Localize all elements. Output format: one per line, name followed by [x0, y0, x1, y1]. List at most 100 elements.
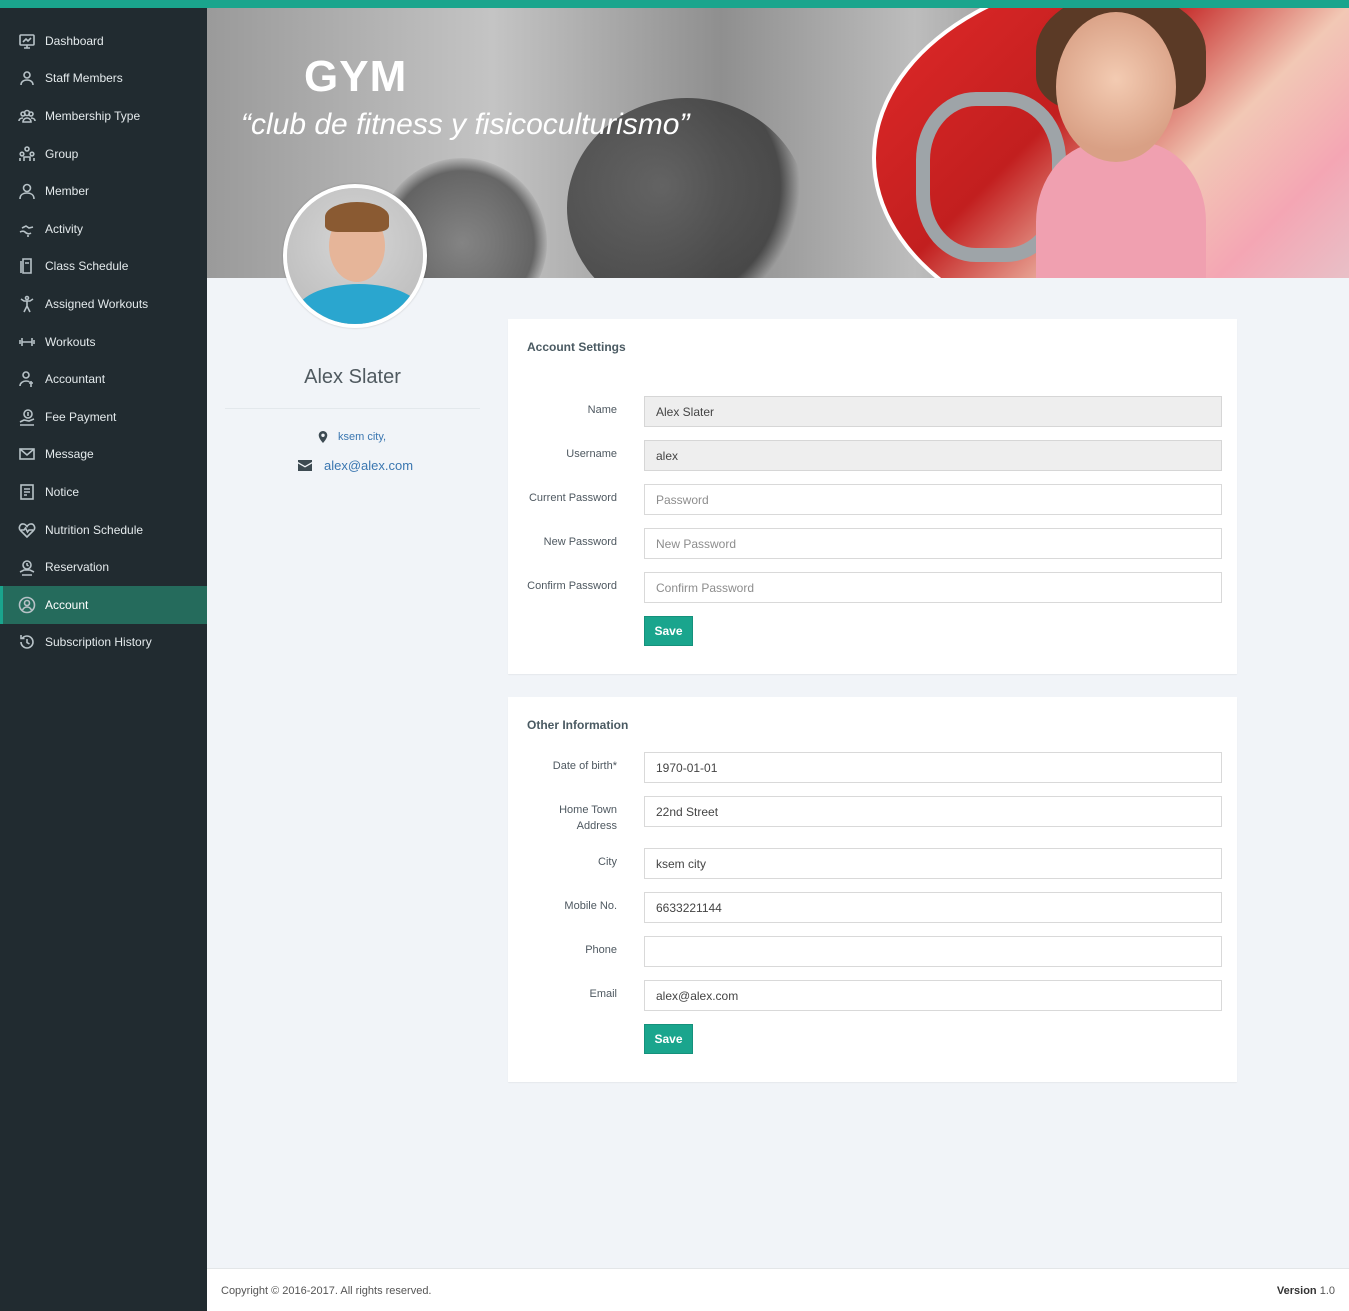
profile-city: ksem city,	[318, 431, 386, 443]
sidebar-item-label: Account	[45, 597, 89, 612]
sidebar-item-message[interactable]: Message	[0, 436, 207, 474]
staff-icon	[17, 68, 37, 88]
sidebar-item-fee-payment[interactable]: Fee Payment	[0, 398, 207, 436]
sidebar-item-reservation[interactable]: Reservation	[0, 548, 207, 586]
username-field[interactable]	[644, 440, 1222, 471]
phone-label: Phone	[585, 944, 617, 956]
person-torso-shape	[1036, 142, 1206, 278]
sidebar-item-label: Reservation	[45, 560, 110, 575]
email-field[interactable]	[644, 980, 1222, 1011]
sidebar-item-account[interactable]: Account	[0, 585, 207, 624]
profile-email: alex@alex.com	[298, 458, 413, 473]
sidebar-item-dashboard[interactable]: Dashboard	[0, 22, 207, 60]
version-text: Version 1.0	[1277, 1285, 1335, 1297]
dob-field[interactable]	[644, 752, 1222, 783]
sidebar-item-label: Assigned Workouts	[45, 296, 149, 311]
map-marker-icon	[318, 431, 328, 443]
sidebar-item-staff-members[interactable]: Staff Members	[0, 60, 207, 98]
username-label: Username	[566, 448, 617, 460]
mobile-label: Mobile No.	[564, 900, 617, 912]
membership-icon	[17, 106, 37, 126]
sidebar-item-label: Subscription History	[45, 635, 152, 650]
mobile-row: Mobile No.	[508, 892, 1237, 923]
account-settings-panel: Account Settings Name Username Current P…	[508, 319, 1237, 674]
heartbeat-icon	[17, 520, 37, 540]
version-label: Version	[1276, 1285, 1317, 1297]
mobile-field[interactable]	[644, 892, 1222, 923]
account-save-button[interactable]: Save	[644, 616, 693, 646]
profile-email-link[interactable]: alex@alex.com	[324, 458, 413, 473]
sidebar-item-notice[interactable]: Notice	[0, 473, 207, 511]
sidebar-item-membership-type[interactable]: Membership Type	[0, 97, 207, 135]
name-label: Name	[587, 404, 617, 416]
sidebar-item-activity[interactable]: Activity	[0, 210, 207, 248]
sidebar-item-class-schedule[interactable]: Class Schedule	[0, 248, 207, 286]
new-password-row: New Password	[508, 528, 1237, 559]
new-password-field[interactable]	[644, 528, 1222, 559]
profile-name: Alex Slater	[304, 366, 401, 388]
city-label: City	[598, 856, 617, 868]
notice-icon	[17, 482, 37, 502]
sidebar-item-label: Member	[45, 184, 90, 199]
version-number: 1.0	[1319, 1285, 1335, 1297]
sidebar: Dashboard Staff Members Membership Type Gro…	[0, 8, 207, 1311]
group-icon	[17, 144, 37, 164]
sidebar-item-label: Staff Members	[45, 71, 123, 86]
sidebar-item-workouts[interactable]: Workouts	[0, 323, 207, 361]
banner-subtitle: “club de fitness y fisicoculturismo”	[241, 108, 690, 141]
name-row: Name	[508, 396, 1237, 427]
address-row: Home Town Address	[508, 796, 1237, 832]
address-field[interactable]	[644, 796, 1222, 827]
confirm-password-field[interactable]	[644, 572, 1222, 603]
city-field[interactable]	[644, 848, 1222, 879]
confirm-password-row: Confirm Password	[508, 572, 1237, 603]
dob-row: Date of birth*	[508, 752, 1237, 783]
current-password-label: Current Password	[528, 492, 617, 504]
sidebar-item-member[interactable]: Member	[0, 172, 207, 210]
person-face-shape	[1056, 12, 1176, 162]
current-password-row: Current Password	[508, 484, 1237, 515]
sidebar-item-label: Workouts	[45, 334, 96, 349]
sidebar-item-nutrition-schedule[interactable]: Nutrition Schedule	[0, 511, 207, 549]
top-accent-bar	[0, 0, 1349, 8]
banner-title: GYM	[304, 52, 408, 101]
dob-label: Date of birth*	[552, 760, 617, 772]
sidebar-item-assigned-workouts[interactable]: Assigned Workouts	[0, 285, 207, 323]
email-label: Email	[589, 988, 617, 1000]
sidebar-item-subscription-history[interactable]: Subscription History	[0, 624, 207, 662]
assigned-workouts-icon	[17, 294, 37, 314]
sidebar-item-label: Group	[45, 146, 79, 161]
envelope-icon	[298, 460, 312, 471]
city-row: City	[508, 848, 1237, 879]
current-password-field[interactable]	[644, 484, 1222, 515]
sidebar-item-label: Dashboard	[45, 33, 104, 48]
sidebar-nav-list: Dashboard Staff Members Membership Type Gro…	[0, 22, 207, 661]
address-label: Home Town Address	[559, 804, 617, 832]
name-field[interactable]	[644, 396, 1222, 427]
sidebar-item-label: Class Schedule	[45, 259, 129, 274]
sidebar-item-group[interactable]: Group	[0, 135, 207, 173]
other-information-panel: Other Information Date of birth* Home To…	[508, 697, 1237, 1082]
profile-city-text: ksem city,	[338, 431, 387, 443]
accountant-icon	[17, 369, 37, 389]
profile-divider	[225, 408, 480, 409]
fee-payment-icon	[17, 407, 37, 427]
phone-field[interactable]	[644, 936, 1222, 967]
banner-photo	[872, 8, 1349, 278]
class-schedule-icon	[17, 256, 37, 276]
copyright-text: Copyright © 2016-2017. All rights reserv…	[221, 1285, 432, 1297]
account-icon	[17, 595, 37, 615]
account-settings-title: Account Settings	[527, 340, 626, 354]
username-row: Username	[508, 440, 1237, 471]
footer: Copyright © 2016-2017. All rights reserv…	[207, 1268, 1349, 1311]
other-info-save-button[interactable]: Save	[644, 1024, 693, 1054]
sidebar-item-label: Fee Payment	[45, 409, 117, 424]
sidebar-item-label: Notice	[45, 484, 80, 499]
sidebar-item-label: Accountant	[45, 372, 106, 387]
sidebar-item-label: Activity	[45, 221, 84, 236]
sidebar-item-accountant[interactable]: Accountant	[0, 360, 207, 398]
envelope-icon	[17, 444, 37, 464]
activity-icon	[17, 219, 37, 239]
new-password-label: New Password	[543, 536, 617, 548]
